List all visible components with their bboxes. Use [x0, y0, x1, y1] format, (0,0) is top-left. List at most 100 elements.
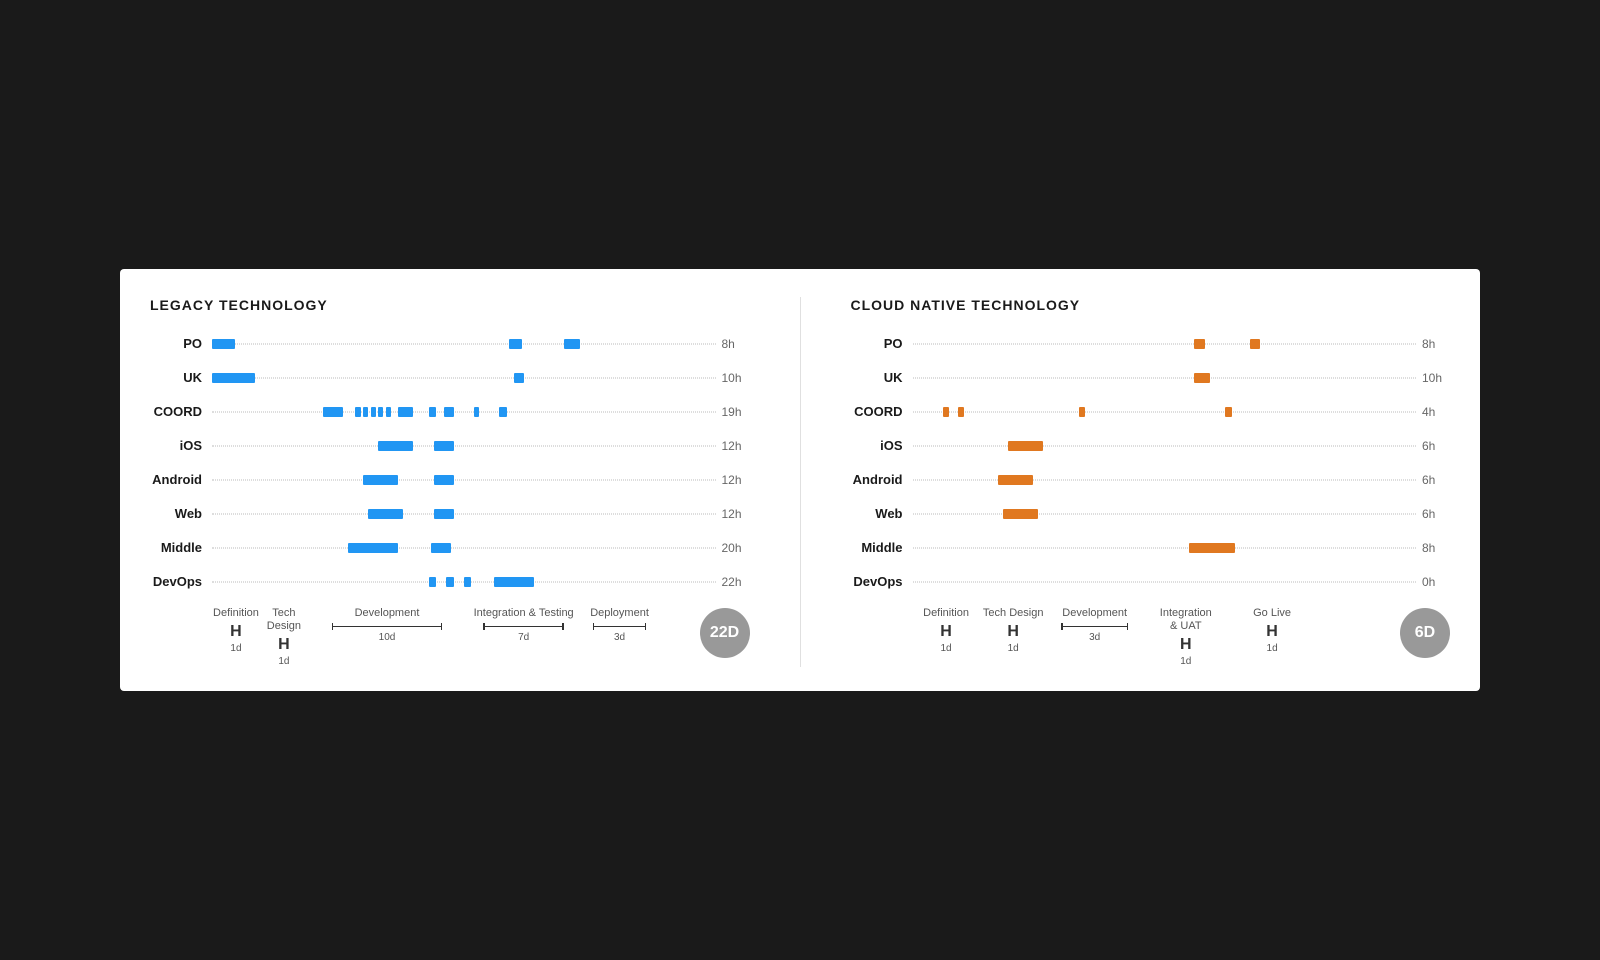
chart-row: Web12h — [150, 497, 750, 531]
chart-row: COORD4h — [851, 395, 1451, 429]
bar-1 — [1194, 339, 1204, 349]
row-label: Android — [150, 472, 212, 487]
row-label: DevOps — [851, 574, 913, 589]
h-symbol: H — [267, 636, 301, 654]
phase-item: Integration & Testing7d — [466, 607, 581, 667]
phase-bracket-row — [332, 623, 443, 630]
row-label: Web — [851, 506, 913, 521]
chart-row: Android 12h — [150, 463, 750, 497]
bar-7 — [398, 407, 413, 417]
chart-row: PO8h — [150, 327, 750, 361]
chart-row: Middle8h — [851, 531, 1451, 565]
bar-2 — [514, 373, 524, 383]
bar-3 — [363, 407, 368, 417]
chart-row: Android6h — [851, 463, 1451, 497]
phase-days: 1d — [1267, 643, 1278, 654]
row-track — [212, 565, 716, 599]
row-track — [913, 429, 1417, 463]
phase-days: 1d — [1180, 656, 1191, 667]
legacy-panel: LEGACY TECHNOLOGY PO8hUK10hCOORD19hiOS12… — [150, 297, 750, 667]
dotted-line — [913, 547, 1417, 548]
bracket-tick-right — [645, 623, 647, 630]
row-track — [913, 463, 1417, 497]
bar-1 — [323, 407, 343, 417]
phases-row: DefinitionH1dTech DesignH1dDevelopment3d… — [913, 607, 1393, 667]
bar-2 — [431, 543, 451, 553]
row-hours: 22h — [716, 575, 750, 589]
dotted-line — [913, 343, 1417, 344]
row-hours: 19h — [716, 405, 750, 419]
bar-1 — [1003, 509, 1038, 519]
phase-spacer — [1315, 607, 1392, 667]
cloud-phases: DefinitionH1dTech DesignH1dDevelopment3d… — [851, 599, 1393, 667]
bar-2 — [434, 509, 454, 519]
bar-1 — [212, 373, 255, 383]
row-track — [913, 327, 1417, 361]
bracket-tick-right — [562, 623, 564, 630]
chart-row: Middle20h — [150, 531, 750, 565]
phase-bracket-row: H — [267, 636, 301, 654]
bar-3 — [464, 577, 472, 587]
phase-item: DefinitionH1d — [212, 607, 260, 667]
row-hours: 10h — [1416, 371, 1450, 385]
row-track — [913, 361, 1417, 395]
phase-days: 1d — [278, 656, 289, 667]
bar-2 — [434, 441, 454, 451]
phase-days: 7d — [518, 632, 529, 643]
h-symbol: H — [1156, 636, 1216, 654]
bar-4 — [494, 577, 534, 587]
row-track — [913, 395, 1417, 429]
phase-bracket-row: H — [990, 623, 1037, 641]
row-hours: 6h — [1416, 439, 1450, 453]
phase-days: 3d — [614, 632, 625, 643]
phase-footer-inner: DefinitionH1dTech DesignH1dDevelopment10… — [150, 607, 692, 667]
legacy-total: 22D — [700, 608, 750, 658]
row-hours: 12h — [716, 507, 750, 521]
bar-10 — [474, 407, 479, 417]
dotted-line — [913, 479, 1417, 480]
chart-row: DevOps22h — [150, 565, 750, 599]
phases-row: DefinitionH1dTech DesignH1dDevelopment10… — [212, 607, 692, 667]
bar-2 — [446, 577, 454, 587]
row-hours: 8h — [1416, 337, 1450, 351]
bar-8 — [429, 407, 437, 417]
phase-item: Tech DesignH1d — [980, 607, 1047, 667]
dotted-line — [913, 581, 1417, 582]
phase-spacer — [658, 607, 692, 667]
bar-1 — [1189, 543, 1234, 553]
bar-1 — [348, 543, 398, 553]
phase-label: Tech Design — [983, 607, 1044, 620]
legacy-footer: DefinitionH1dTech DesignH1dDevelopment10… — [150, 599, 750, 667]
row-label: COORD — [851, 404, 913, 419]
dotted-line — [212, 343, 716, 344]
phase-label: Development — [355, 607, 420, 620]
chart-row: UK10h — [851, 361, 1451, 395]
phase-item: Tech DesignH1d — [260, 607, 308, 667]
phase-item: Development 10d — [308, 607, 466, 667]
row-label: UK — [150, 370, 212, 385]
row-hours: 12h — [716, 473, 750, 487]
bracket-tick-right — [441, 623, 443, 630]
bar-2 — [509, 339, 522, 349]
dotted-line — [212, 445, 716, 446]
chart-row: iOS12h — [150, 429, 750, 463]
chart-row: PO8h — [851, 327, 1451, 361]
phase-label: Definition — [213, 607, 259, 620]
chart-row: UK10h — [150, 361, 750, 395]
phase-item: Development3d — [1047, 607, 1143, 667]
chart-row: iOS6h — [851, 429, 1451, 463]
phase-item: Go LiveH1d — [1229, 607, 1315, 667]
row-track — [212, 327, 716, 361]
row-track — [913, 565, 1417, 599]
bracket-tick-right — [1127, 623, 1129, 630]
phase-days: 10d — [379, 632, 396, 643]
phase-bracket-row: H — [923, 623, 970, 641]
row-track — [212, 463, 716, 497]
phase-label: Deployment — [590, 607, 649, 620]
bar-2 — [1250, 339, 1260, 349]
row-track — [212, 429, 716, 463]
dotted-line — [913, 445, 1417, 446]
bar-9 — [444, 407, 454, 417]
row-label: COORD — [150, 404, 212, 419]
row-hours: 12h — [716, 439, 750, 453]
